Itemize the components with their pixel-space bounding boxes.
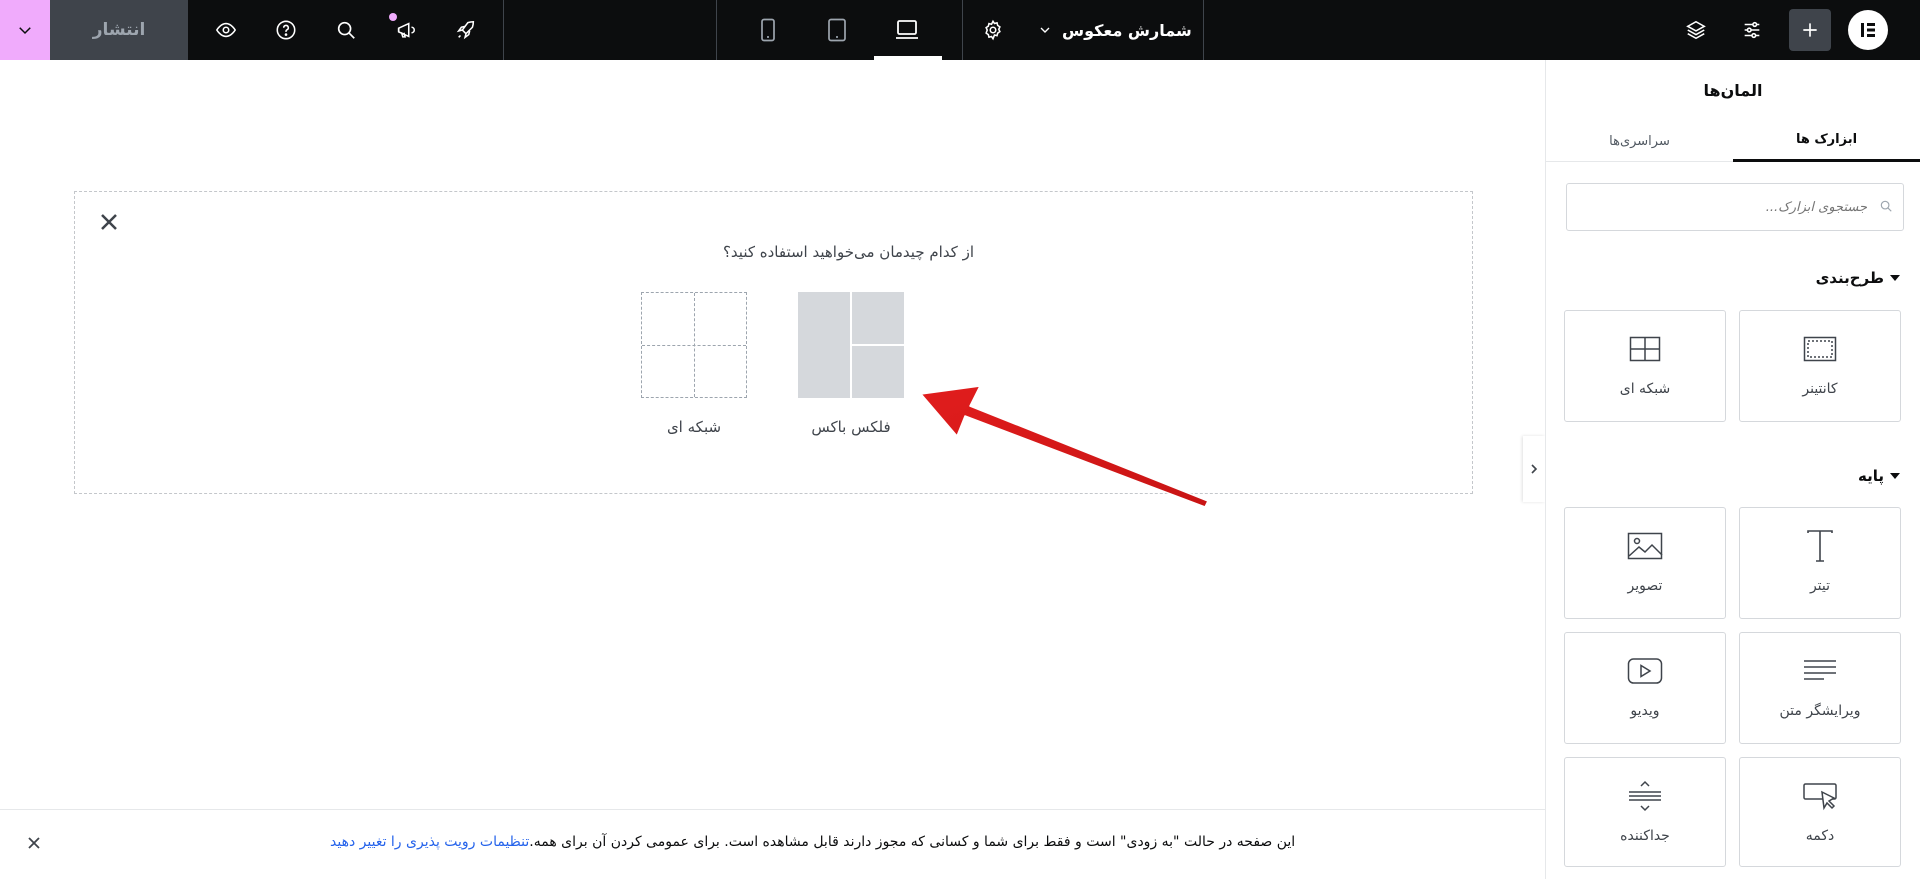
structure-button[interactable] xyxy=(1676,0,1716,60)
text-editor-icon xyxy=(1804,660,1836,680)
widget-label: تیتر xyxy=(1809,578,1831,594)
tab-widgets[interactable]: ابزارک ها xyxy=(1733,120,1920,162)
caret-down-icon xyxy=(1890,473,1900,479)
chevron-down-icon xyxy=(19,27,31,35)
layout-section-title: طرح‌بندی xyxy=(1815,269,1884,287)
widget-text-editor[interactable]: ویرایشگر متن xyxy=(1739,632,1901,744)
dismiss-notice-button[interactable] xyxy=(26,835,44,853)
divider xyxy=(1203,0,1204,60)
grid-label: شبکه ای xyxy=(666,418,722,436)
publish-button[interactable]: انتشار xyxy=(50,0,188,60)
tablet-icon xyxy=(828,18,846,42)
tablet-view-button[interactable] xyxy=(817,0,857,60)
widget-label: ویدیو xyxy=(1630,703,1660,719)
flexbox-layout-option[interactable]: فلکس باکس xyxy=(798,292,904,436)
layout-question: از کدام چیدمان می‌خواهید استفاده کنید؟ xyxy=(722,243,975,261)
widget-image[interactable]: تصویر xyxy=(1564,507,1726,619)
basic-section-title: پایه xyxy=(1858,467,1884,485)
widget-label: کانتینر xyxy=(1802,381,1838,397)
widget-search xyxy=(1566,183,1904,231)
widget-video[interactable]: ویدیو xyxy=(1564,632,1726,744)
notification-dot xyxy=(389,13,397,21)
notice-message: این صفحه در حالت "به زودی" است و فقط برا… xyxy=(529,834,1296,850)
flexbox-preview xyxy=(798,292,904,398)
gear-icon xyxy=(985,19,1001,41)
mobile-view-button[interactable] xyxy=(748,0,788,60)
visibility-settings-link[interactable]: تنظیمات رویت پذیری را تغییر دهید xyxy=(330,834,529,850)
widget-button[interactable]: دکمه xyxy=(1739,757,1901,867)
collapse-panel-button[interactable] xyxy=(1523,436,1545,502)
widget-label: جداکننده xyxy=(1620,828,1670,844)
search-icon xyxy=(1880,200,1892,212)
divider xyxy=(962,0,963,60)
widget-label: تصویر xyxy=(1627,578,1663,594)
site-settings-button[interactable] xyxy=(1732,0,1772,60)
flexbox-label: فلکس باکس xyxy=(811,418,891,436)
widget-container[interactable]: کانتینر xyxy=(1739,310,1901,422)
basic-section-header[interactable]: پایه xyxy=(1858,466,1900,486)
desktop-icon xyxy=(896,20,918,39)
layout-section-header[interactable]: طرح‌بندی xyxy=(1816,268,1900,288)
plus-icon xyxy=(1803,23,1817,37)
divider-icon xyxy=(1629,780,1661,812)
top-bar: انتشار شمارش معکوس xyxy=(0,0,1920,60)
widget-divider[interactable]: جداکننده xyxy=(1564,757,1726,867)
grid-icon xyxy=(1629,336,1661,362)
help-button[interactable] xyxy=(266,0,306,60)
elementor-logo-icon xyxy=(1861,23,1875,37)
widget-heading[interactable]: تیتر xyxy=(1739,507,1901,619)
heading-icon xyxy=(1807,530,1833,562)
megaphone-icon xyxy=(397,22,415,38)
notice-text-wrapper: این صفحه در حالت "به زودی" است و فقط برا… xyxy=(330,834,1295,850)
widget-search-input[interactable] xyxy=(1577,184,1867,230)
button-icon xyxy=(1803,783,1837,811)
grid-layout-option[interactable]: شبکه ای xyxy=(641,292,747,436)
add-element-button[interactable] xyxy=(1789,9,1831,51)
site-launch-button[interactable] xyxy=(446,0,486,60)
layout-picker-dropzone: از کدام چیدمان می‌خواهید استفاده کنید؟ ف… xyxy=(74,191,1473,494)
coming-soon-notice: این صفحه در حالت "به زودی" است و فقط برا… xyxy=(0,809,1545,879)
help-circle-icon xyxy=(276,20,296,40)
sliders-icon xyxy=(1744,21,1760,39)
close-icon xyxy=(28,837,40,849)
desktop-view-button[interactable] xyxy=(887,0,927,60)
elementor-logo[interactable] xyxy=(1848,10,1888,50)
container-icon xyxy=(1803,336,1837,362)
widget-grid[interactable]: شبکه ای xyxy=(1564,310,1726,422)
preview-button[interactable] xyxy=(206,0,246,60)
red-arrow-annotation xyxy=(920,386,1209,508)
panel-title: المان‌ها xyxy=(1703,80,1763,100)
whats-new-button[interactable] xyxy=(386,0,426,60)
grid-preview xyxy=(641,292,747,398)
caret-down-icon xyxy=(1890,275,1900,281)
widget-label: ویرایشگر متن xyxy=(1779,703,1861,719)
eye-icon xyxy=(215,22,237,38)
layers-icon xyxy=(1686,20,1706,40)
close-layout-picker-button[interactable] xyxy=(99,212,119,232)
editor-canvas: از کدام چیدمان می‌خواهید استفاده کنید؟ ف… xyxy=(0,60,1545,879)
mobile-icon xyxy=(761,18,775,42)
search-icon xyxy=(337,21,355,39)
panel-tabs: ابزارک ها سراسری‌ها xyxy=(1546,120,1920,162)
page-dropdown-toggle[interactable] xyxy=(1034,0,1056,60)
search-button[interactable] xyxy=(326,0,366,60)
image-icon xyxy=(1627,532,1663,560)
rocket-icon xyxy=(456,20,475,40)
close-icon xyxy=(101,214,117,230)
divider xyxy=(503,0,504,60)
widget-label: دکمه xyxy=(1805,828,1835,844)
page-settings-button[interactable] xyxy=(973,0,1013,60)
widget-label: شبکه ای xyxy=(1619,381,1671,397)
page-title[interactable]: شمارش معکوس xyxy=(1062,0,1192,60)
elements-panel: المان‌ها ابزارک ها سراسری‌ها طرح‌بندی کا… xyxy=(1545,60,1920,879)
chevron-right-icon xyxy=(1531,464,1538,474)
chevron-down-icon xyxy=(1040,27,1050,33)
divider xyxy=(716,0,717,60)
video-icon xyxy=(1627,658,1663,684)
tab-globals[interactable]: سراسری‌ها xyxy=(1546,120,1733,162)
publish-options-dropdown[interactable] xyxy=(0,0,50,60)
